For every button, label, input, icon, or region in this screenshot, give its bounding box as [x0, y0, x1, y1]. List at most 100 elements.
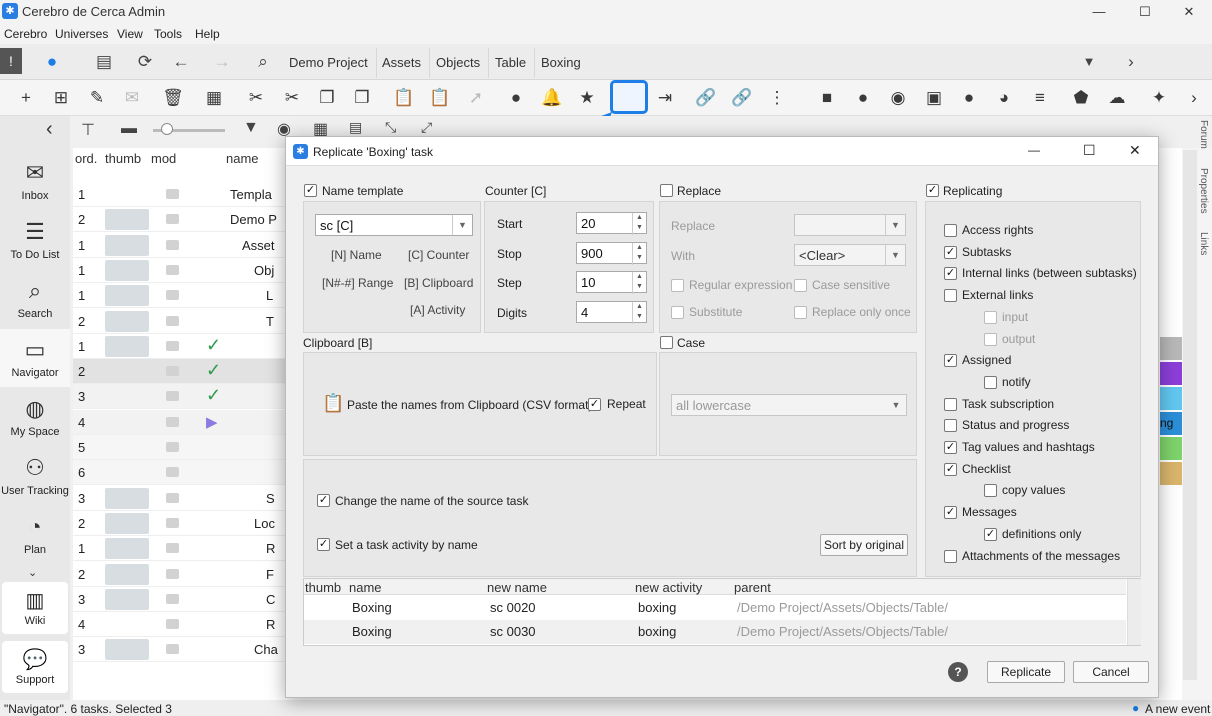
replicating-option-checkbox[interactable]: ✓ [944, 462, 957, 476]
tab-properties[interactable]: Properties [1198, 168, 1209, 214]
row-name[interactable]: L [266, 288, 273, 303]
message-icon[interactable]: ✉ [118, 84, 146, 112]
sidebar-item-wiki[interactable]: ▥ Wiki [2, 582, 68, 634]
sidebar-item-myspace[interactable]: ◍ My Space [0, 388, 70, 446]
table-row[interactable]: 6 [73, 460, 285, 486]
chevron-down-icon[interactable]: ▼ [885, 245, 905, 265]
search-icon[interactable]: ⌕ [249, 48, 277, 76]
sidebar-item-support[interactable]: 💬 Support [2, 641, 68, 693]
row-name[interactable]: Loc [254, 516, 275, 531]
paste-icon[interactable]: 📋 [390, 84, 418, 112]
regex-checkbox[interactable] [671, 279, 684, 292]
grid-settings-icon[interactable]: ▦ [200, 84, 228, 112]
back-icon[interactable]: ← [167, 48, 195, 76]
user-circle-icon[interactable]: ◉ [884, 84, 912, 112]
copy-links-icon[interactable]: ❐ [348, 84, 376, 112]
expand-icon[interactable]: ⤢ [421, 119, 432, 136]
table-row[interactable]: 3 ✓ [73, 384, 285, 410]
replace-once-checkbox[interactable] [794, 306, 807, 319]
sidebar-item-user-tracking[interactable]: ⚇ User Tracking [0, 447, 70, 505]
token-counter[interactable]: [C] Counter [408, 248, 469, 262]
row-name[interactable]: R [266, 541, 275, 556]
row-thumbnail[interactable] [105, 310, 149, 332]
row-thumbnail[interactable] [105, 234, 149, 256]
event-status[interactable]: A new event [1145, 702, 1210, 716]
dropdown-icon[interactable]: ▼ [1075, 48, 1103, 76]
row-thumbnail[interactable] [105, 335, 149, 357]
replicating-option-checkbox[interactable] [984, 375, 997, 389]
substitute-checkbox[interactable] [671, 306, 684, 319]
tab-boxing[interactable]: Boxing [533, 48, 589, 78]
spinner-icon[interactable]: ▲ ▼ [632, 272, 646, 294]
replicating-option-checkbox[interactable] [944, 289, 957, 303]
chevron-down-icon[interactable]: ▼ [886, 395, 906, 415]
hierarchy-icon[interactable]: ⊤ [81, 120, 95, 140]
case-sensitive-checkbox[interactable] [794, 279, 807, 292]
name-template-checkbox[interactable]: ✓ [304, 184, 317, 197]
more-icon[interactable]: ⌄ [28, 566, 37, 579]
tab-table[interactable]: Table [487, 48, 536, 78]
tab-objects[interactable]: Objects [428, 48, 490, 78]
collapse-icon[interactable]: ⤡ [385, 119, 396, 136]
copy-icon[interactable]: ❐ [313, 84, 341, 112]
replicating-option-checkbox[interactable]: ✓ [944, 354, 957, 368]
replicating-option-checkbox[interactable]: ✓ [944, 245, 957, 259]
sidebar-item-inbox[interactable]: ✉ Inbox [0, 152, 70, 210]
row-thumbnail[interactable] [105, 639, 149, 661]
magic-wand-icon[interactable]: ✦ [1145, 84, 1173, 112]
row-thumbnail[interactable] [105, 588, 149, 610]
sidebar-item-todo[interactable]: ☰ To Do List [0, 211, 70, 269]
tab-forum[interactable]: Forum [1198, 120, 1209, 149]
chevron-right-icon[interactable]: › [1117, 48, 1145, 76]
token-clipboard[interactable]: [B] Clipboard [404, 276, 473, 290]
column-header-new-activity[interactable]: new activity [635, 580, 702, 595]
replace-input[interactable]: ▼ [794, 214, 906, 236]
chevron-right-icon[interactable]: › [1180, 84, 1208, 112]
move-icon[interactable]: ➚ [462, 84, 490, 112]
panels-icon[interactable]: ▤ [90, 48, 118, 76]
column-header-mod[interactable]: mod [151, 150, 176, 180]
menu-view[interactable]: View [117, 27, 143, 41]
inbox-icon[interactable]: ▣ [920, 84, 948, 112]
table-row[interactable]: 5 [73, 435, 285, 460]
table-row[interactable]: 1 ✓ [73, 334, 285, 359]
replicating-option-checkbox[interactable] [984, 484, 997, 498]
table-row[interactable]: 1 Asset [73, 233, 285, 258]
paste-clipboard-text[interactable]: Paste the names from Clipboard (CSV form… [347, 398, 592, 412]
collapse-sidebar-icon[interactable]: ‹ [46, 118, 53, 141]
preview-scrollbar[interactable] [1127, 579, 1141, 645]
step-input[interactable]: 10 ▲ ▼ [576, 271, 647, 294]
maximize-button[interactable]: ☐ [1122, 0, 1168, 24]
replicating-option-checkbox[interactable]: ✓ [944, 506, 957, 520]
row-name[interactable]: R [266, 617, 275, 632]
sidebar-item-search[interactable]: ⌕ Search [0, 270, 70, 328]
replicating-option-checkbox[interactable]: ✓ [984, 527, 997, 541]
row-thumbnail[interactable] [105, 209, 149, 231]
group-icon[interactable]: ● [955, 84, 983, 112]
set-activity-checkbox[interactable]: ✓ [317, 538, 330, 551]
cut-icon[interactable]: ✂ [242, 84, 270, 112]
digits-input[interactable]: 4 ▲ ▼ [576, 301, 647, 324]
spinner-icon[interactable]: ▲ ▼ [632, 213, 646, 235]
sidebar-item-navigator[interactable]: ▭ Navigator [0, 329, 70, 387]
table-row[interactable]: 3C [73, 587, 285, 612]
link-icon[interactable]: 🔗 [692, 84, 720, 112]
table-row[interactable]: 4R [73, 612, 285, 638]
spinner-icon[interactable]: ▲ ▼ [632, 302, 646, 324]
table-row[interactable]: 1 Obj [73, 258, 285, 283]
filter-icon[interactable]: ▼ [243, 119, 259, 137]
spinner-icon[interactable]: ▲ ▼ [632, 243, 646, 265]
slider-handle[interactable] [161, 123, 173, 135]
column-header-ord[interactable]: ord. [75, 150, 97, 180]
replicating-option-checkbox[interactable] [944, 549, 957, 563]
case-checkbox[interactable] [660, 336, 673, 349]
cut-links-icon[interactable]: ✂ [278, 84, 306, 112]
lightbulb-icon[interactable]: ● [38, 48, 66, 76]
row-name[interactable]: Templa [230, 187, 272, 202]
close-button[interactable]: ✕ [1166, 0, 1212, 24]
dialog-maximize-button[interactable]: ☐ [1083, 142, 1096, 159]
folder-icon[interactable]: ■ [813, 84, 841, 112]
row-name[interactable]: F [266, 567, 274, 582]
start-input[interactable]: 20 ▲ ▼ [576, 212, 647, 235]
column-header-parent[interactable]: parent [734, 580, 771, 595]
